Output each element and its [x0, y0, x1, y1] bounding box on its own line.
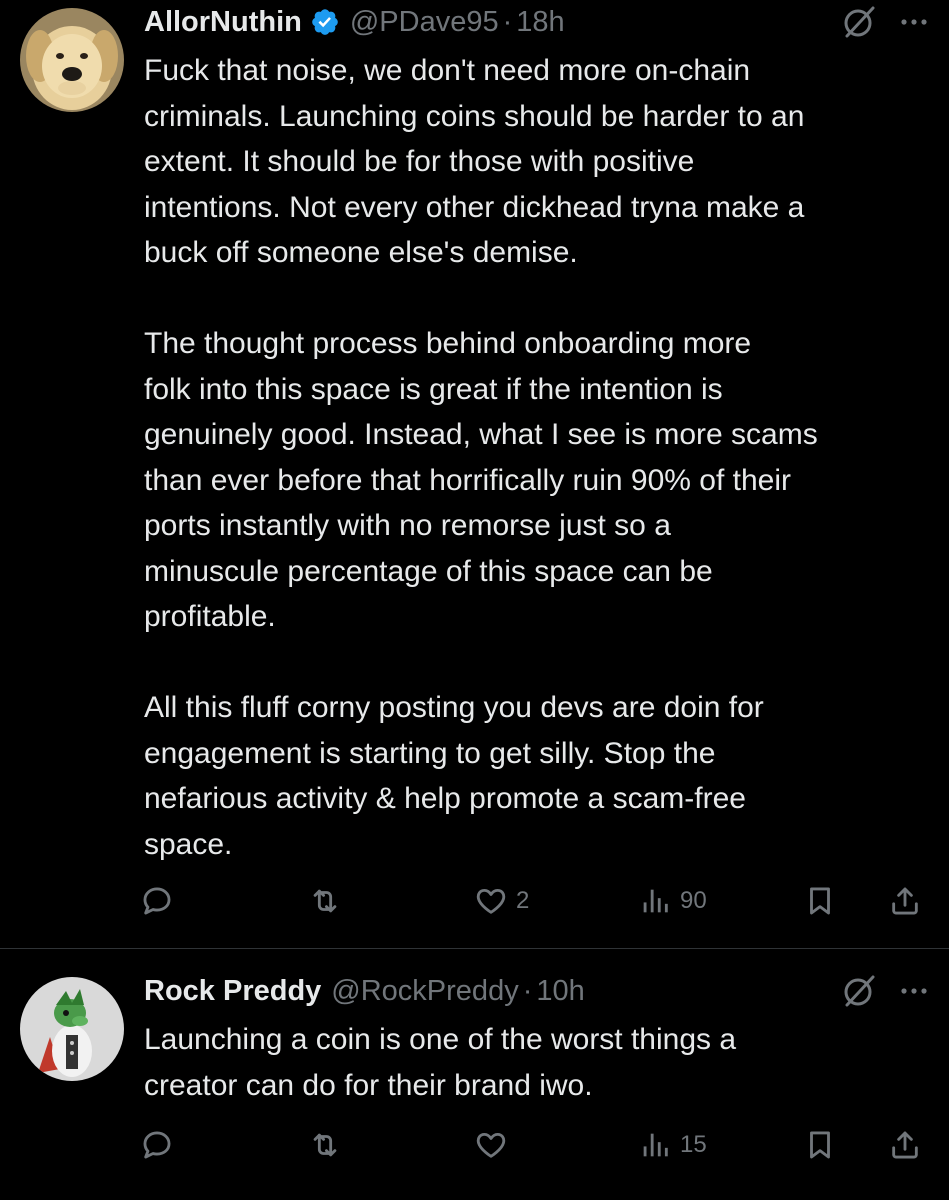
grok-icon[interactable] — [841, 973, 877, 1009]
bookmark-icon — [810, 887, 830, 915]
view-count: 15 — [680, 1131, 707, 1158]
avatar[interactable] — [20, 8, 124, 112]
user-handle[interactable]: @PDave95 — [350, 6, 499, 39]
more-options-icon[interactable] — [899, 7, 929, 37]
tweet-header: AllorNuthin @PDave95 · 18h — [144, 0, 929, 44]
bookmark-icon — [810, 1131, 830, 1159]
timestamp[interactable]: 10h — [536, 975, 584, 1008]
share-icon — [892, 887, 918, 915]
share-button[interactable] — [888, 879, 922, 923]
repost-button[interactable] — [308, 1123, 342, 1167]
more-options-icon[interactable] — [899, 976, 929, 1006]
separator-dot: · — [522, 974, 533, 1007]
like-button[interactable]: 2 — [474, 879, 529, 923]
tweet-text: Fuck that noise, we don't need more on-c… — [144, 54, 818, 861]
views-icon — [643, 1133, 668, 1157]
display-name[interactable]: Rock Preddy — [144, 975, 321, 1008]
cartoon-character-avatar-icon — [20, 977, 124, 1081]
views-button[interactable]: 90 — [638, 879, 707, 923]
verified-badge-icon — [312, 9, 338, 35]
views-icon — [643, 889, 668, 913]
reply-icon — [143, 1131, 171, 1159]
timestamp[interactable]: 18h — [516, 6, 564, 39]
header-actions — [841, 0, 929, 44]
heart-icon — [476, 888, 506, 914]
repost-icon — [313, 1133, 337, 1157]
heart-icon — [476, 1132, 506, 1158]
tweet-text: Launching a coin is one of the worst thi… — [144, 1023, 737, 1102]
view-count: 90 — [680, 887, 707, 914]
repost-button[interactable] — [308, 879, 342, 923]
tweet-actions: 2 90 — [140, 879, 930, 923]
tweet-1[interactable]: AllorNuthin @PDave95 · 18h Fuck that noi… — [0, 0, 949, 948]
tweet-2[interactable]: Rock Preddy @RockPreddy · 10h Launching … — [0, 949, 949, 1200]
share-button[interactable] — [888, 1123, 922, 1167]
grok-icon[interactable] — [841, 4, 877, 40]
share-icon — [892, 1131, 918, 1159]
reply-icon — [143, 887, 171, 915]
avatar[interactable] — [20, 977, 124, 1081]
reply-button[interactable] — [140, 879, 174, 923]
separator-dot: · — [502, 5, 513, 38]
like-count: 2 — [516, 887, 530, 914]
views-button[interactable]: 15 — [638, 1123, 707, 1167]
bookmark-button[interactable] — [803, 879, 837, 923]
tweet-header: Rock Preddy @RockPreddy · 10h — [144, 969, 929, 1013]
repost-icon — [313, 889, 337, 913]
bookmark-button[interactable] — [803, 1123, 837, 1167]
display-name[interactable]: AllorNuthin — [144, 6, 302, 39]
tweet-actions: 15 — [140, 1123, 930, 1167]
reply-button[interactable] — [140, 1123, 174, 1167]
header-actions — [841, 969, 929, 1013]
user-handle[interactable]: @RockPreddy — [331, 975, 518, 1008]
puppy-avatar-icon — [20, 8, 124, 112]
like-button[interactable] — [474, 1123, 508, 1167]
